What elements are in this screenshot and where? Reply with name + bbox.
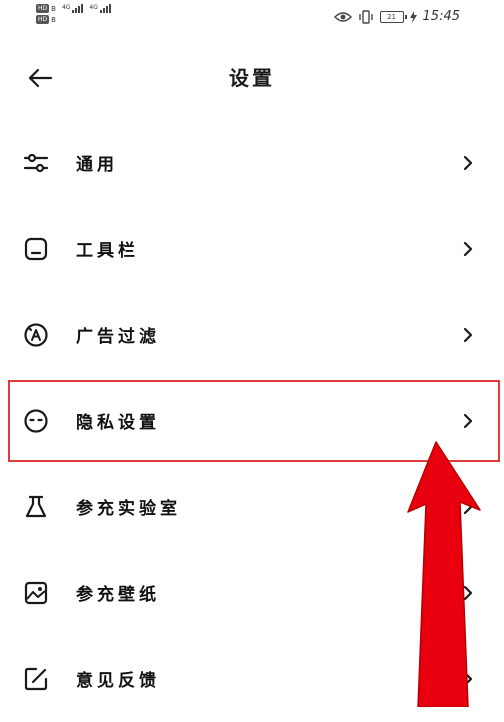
toolbar-icon bbox=[24, 237, 48, 261]
app-header: 设置 bbox=[0, 56, 504, 100]
settings-item-label: 广告过滤 bbox=[76, 327, 160, 347]
flask-icon bbox=[25, 495, 47, 518]
settings-item-label: 参充实验室 bbox=[76, 499, 181, 519]
settings-item-wallpaper[interactable]: 参充壁纸 bbox=[0, 550, 504, 636]
vibrate-icon bbox=[358, 9, 373, 24]
ad-block-icon bbox=[24, 323, 48, 347]
chevron-right-icon bbox=[463, 155, 473, 171]
sliders-icon bbox=[23, 153, 49, 173]
sim1-indicator: HD B bbox=[36, 4, 56, 13]
feedback-icon bbox=[24, 667, 48, 691]
settings-item-label: 工具栏 bbox=[76, 241, 139, 261]
page-title: 设置 bbox=[229, 66, 275, 90]
settings-item-label: 意见反馈 bbox=[76, 671, 160, 691]
settings-item-general[interactable]: 通用 bbox=[0, 120, 504, 206]
eye-icon bbox=[333, 11, 352, 22]
settings-item-feedback[interactable]: 意见反馈 bbox=[0, 636, 504, 722]
settings-item-toolbar[interactable]: 工具栏 bbox=[0, 206, 504, 292]
settings-item-lab[interactable]: 参充实验室 bbox=[0, 464, 504, 550]
chevron-right-icon bbox=[463, 499, 473, 515]
chevron-right-icon bbox=[463, 413, 473, 429]
settings-item-privacy[interactable]: 隐私设置 bbox=[6, 378, 502, 464]
status-bar: HD B HD B 4G 4G 21 15:45 bbox=[0, 0, 504, 34]
settings-item-label: 参充壁纸 bbox=[76, 585, 160, 605]
settings-item-label: 隐私设置 bbox=[76, 413, 160, 433]
chevron-right-icon bbox=[463, 327, 473, 343]
chevron-right-icon bbox=[463, 671, 473, 687]
signal-1-icon: 4G bbox=[62, 4, 84, 13]
wallpaper-icon bbox=[24, 581, 48, 605]
status-right: 21 15:45 bbox=[333, 9, 460, 24]
clock: 15:45 bbox=[422, 9, 460, 24]
charging-icon bbox=[409, 10, 417, 23]
chevron-right-icon bbox=[463, 585, 473, 601]
chevron-right-icon bbox=[463, 241, 473, 257]
signal-2-icon: 4G bbox=[89, 4, 111, 13]
battery-icon: 21 bbox=[379, 10, 407, 23]
sim2-indicator: HD B bbox=[36, 15, 56, 24]
status-left: HD B HD B 4G 4G bbox=[36, 4, 111, 24]
settings-item-label: 通用 bbox=[76, 155, 118, 175]
privacy-icon bbox=[24, 409, 48, 433]
settings-item-ad-filter[interactable]: 广告过滤 bbox=[0, 292, 504, 378]
settings-list: 通用 工具栏 广告过滤 隐私设置 参充实验室 参充壁纸 意见反馈 bbox=[0, 120, 504, 722]
